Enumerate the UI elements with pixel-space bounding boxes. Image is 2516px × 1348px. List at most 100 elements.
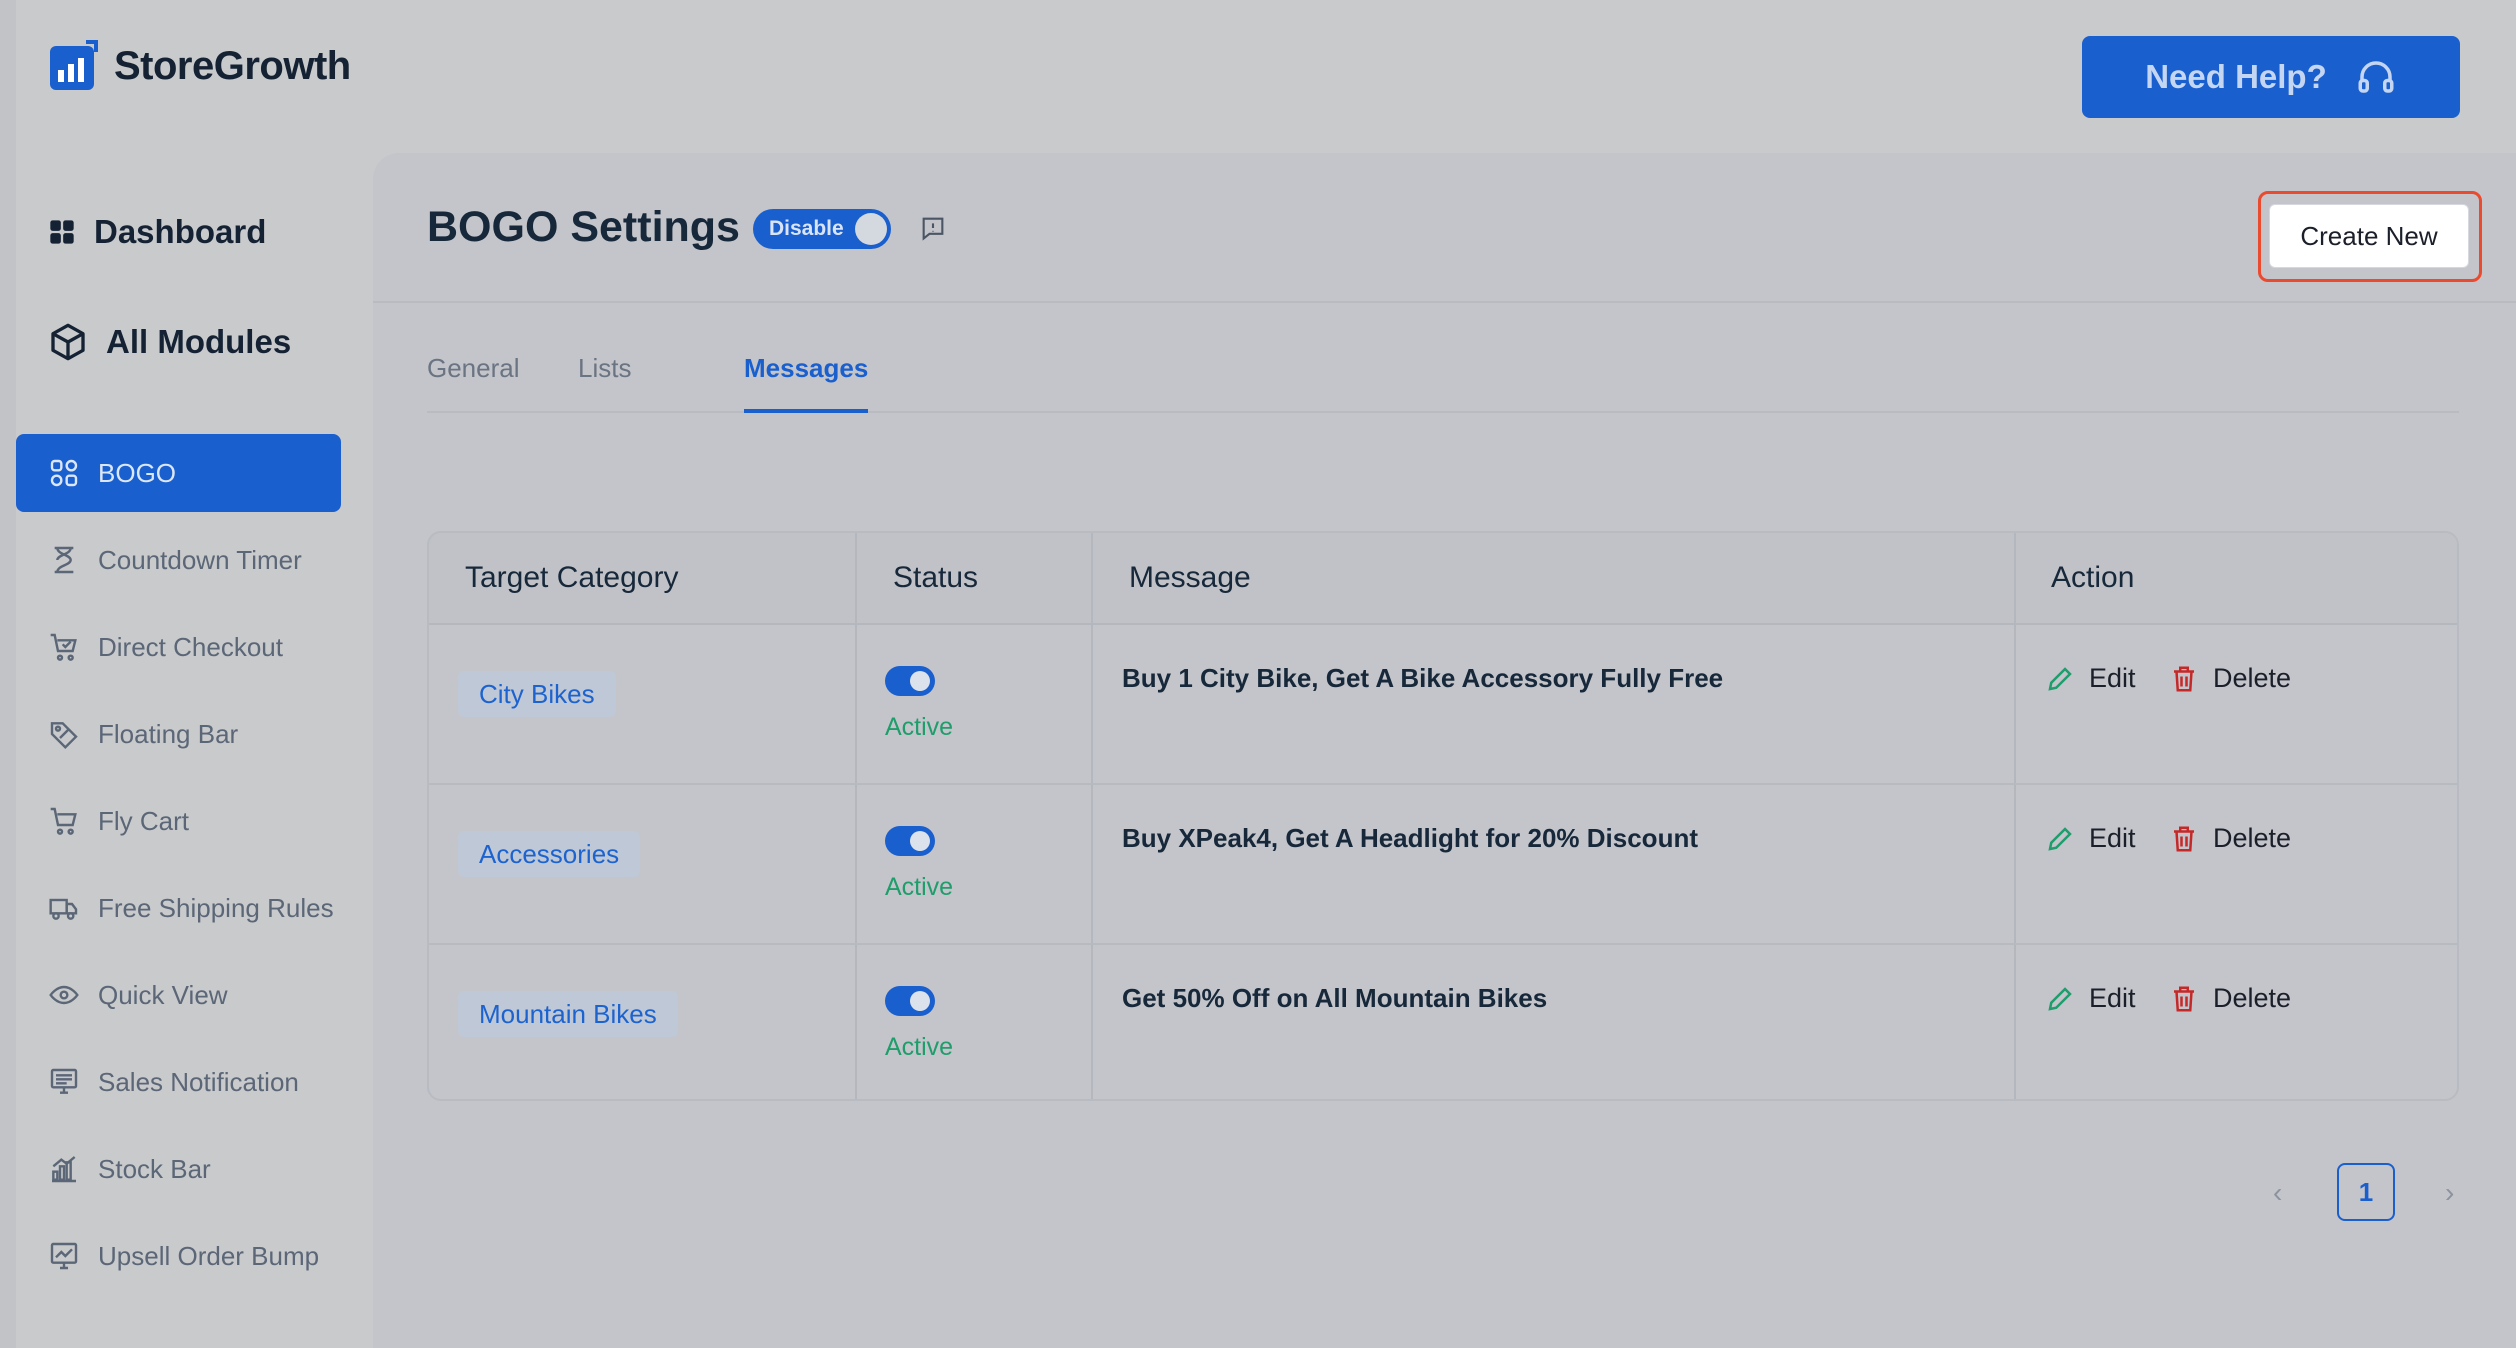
- sidebar-item-label: Quick View: [98, 979, 228, 1010]
- table-header: Target Category Status Message Action: [429, 533, 2457, 625]
- sidebar-item-label: Floating Bar: [98, 718, 239, 749]
- pencil-icon: [2048, 666, 2072, 691]
- sidebar-item-fly-cart[interactable]: Fly Cart: [16, 782, 341, 860]
- nav-all-modules[interactable]: All Modules: [48, 322, 291, 362]
- brand-name: StoreGrowth: [114, 43, 351, 88]
- pencil-icon: [2048, 986, 2072, 1011]
- category-tag[interactable]: Accessories: [458, 831, 641, 877]
- status-toggle[interactable]: [885, 826, 935, 856]
- pencil-icon: [2048, 826, 2072, 851]
- module-enable-toggle[interactable]: Disable: [753, 209, 891, 249]
- sidebar-item-floating-bar[interactable]: Floating Bar: [16, 695, 341, 773]
- sidebar-item-stock-bar[interactable]: Stock Bar: [16, 1130, 341, 1208]
- tag-icon: [50, 722, 78, 750]
- page-header: BOGO Settings Disable Create New: [373, 153, 2516, 303]
- sidebar-item-bogo[interactable]: BOGO: [16, 434, 341, 512]
- category-tag[interactable]: City Bikes: [458, 671, 616, 717]
- help-info-icon[interactable]: [919, 214, 947, 242]
- sidebar-item-sales-notification[interactable]: Sales Notification: [16, 1043, 341, 1121]
- table-row: Accessories Active Buy XPeak4, Get A Hea…: [429, 785, 2457, 945]
- trash-icon: [2174, 826, 2194, 851]
- sidebar-item-label: Countdown Timer: [98, 544, 302, 575]
- sidebar-item-label: Sales Notification: [98, 1066, 299, 1097]
- trash-icon: [2174, 666, 2194, 691]
- message-text: Buy XPeak4, Get A Headlight for 20% Disc…: [1122, 823, 1698, 853]
- sidebar-item-label: Direct Checkout: [98, 631, 283, 662]
- column-header-target-category: Target Category: [465, 561, 679, 594]
- status-label: Active: [885, 873, 954, 901]
- sidebar-item-free-shipping-rules[interactable]: Free Shipping Rules: [16, 869, 341, 947]
- headphones-icon: [2358, 61, 2394, 93]
- message-text: Buy 1 City Bike, Get A Bike Accessory Fu…: [1122, 663, 1724, 693]
- cart-check-icon: [50, 633, 77, 661]
- hourglass-icon: [54, 546, 74, 574]
- edit-button[interactable]: Edit: [2045, 663, 2136, 694]
- table-row: Mountain Bikes Active Get 50% Off on All…: [429, 945, 2457, 1099]
- toggle-label: Disable: [769, 217, 844, 240]
- edit-label: Edit: [2089, 983, 2136, 1013]
- delete-button[interactable]: Delete: [2169, 823, 2291, 854]
- delete-label: Delete: [2213, 823, 2292, 853]
- tab-lists[interactable]: Lists: [578, 353, 631, 413]
- status-toggle[interactable]: [885, 986, 935, 1016]
- status-toggle[interactable]: [885, 666, 935, 696]
- sidebar-item-upsell-order-bump[interactable]: Upsell Order Bump: [16, 1217, 341, 1295]
- toggle-knob: [855, 213, 887, 245]
- edit-button[interactable]: Edit: [2045, 983, 2136, 1014]
- sidebar-item-label: Stock Bar: [98, 1153, 211, 1184]
- status-label: Active: [885, 713, 954, 741]
- window-edge: [0, 0, 16, 1348]
- delete-button[interactable]: Delete: [2169, 663, 2291, 694]
- nav-dashboard-label: Dashboard: [94, 213, 267, 250]
- truck-icon: [49, 898, 78, 920]
- delete-button[interactable]: Delete: [2169, 983, 2291, 1014]
- nav-dashboard[interactable]: Dashboard: [48, 213, 266, 251]
- nav-all-modules-label: All Modules: [106, 323, 292, 360]
- message-text: Get 50% Off on All Mountain Bikes: [1122, 983, 1548, 1013]
- edit-label: Edit: [2089, 663, 2136, 693]
- sidebar-item-label: Upsell Order Bump: [98, 1240, 320, 1271]
- trend-chart-icon: [50, 1242, 78, 1270]
- logo-icon: [50, 40, 98, 90]
- column-header-status: Status: [893, 561, 979, 594]
- sidebar-item-label: Fly Cart: [98, 805, 189, 836]
- messages-table: Target Category Status Message Action Ci…: [427, 531, 2459, 1101]
- monitor-icon: [50, 1068, 78, 1094]
- sidebar-menu: BOGO Countdown Timer Direct Checkout Flo…: [16, 434, 341, 1304]
- next-page-icon[interactable]: ›: [2445, 1177, 2454, 1209]
- bogo-icon: [50, 459, 78, 487]
- column-header-action: Action: [2051, 561, 2135, 594]
- need-help-button[interactable]: Need Help?: [2082, 36, 2460, 118]
- status-label: Active: [885, 1033, 954, 1061]
- sidebar-item-countdown-timer[interactable]: Countdown Timer: [16, 521, 341, 599]
- dashboard-icon: [50, 220, 74, 244]
- sidebar-item-label: Free Shipping Rules: [98, 892, 334, 923]
- bar-chart-icon: [52, 1156, 76, 1183]
- need-help-label: Need Help?: [2145, 58, 2327, 95]
- category-tag[interactable]: Mountain Bikes: [458, 991, 678, 1037]
- settings-tabs: General Lists Messages: [427, 353, 2459, 413]
- edit-button[interactable]: Edit: [2045, 823, 2136, 854]
- delete-label: Delete: [2213, 983, 2292, 1013]
- table-row: City Bikes Active Buy 1 City Bike, Get A…: [429, 625, 2457, 785]
- sidebar-item-direct-checkout[interactable]: Direct Checkout: [16, 608, 341, 686]
- pagination: ‹ 1 ›: [2263, 1163, 2516, 1223]
- trash-icon: [2174, 986, 2194, 1011]
- brand-logo[interactable]: StoreGrowth: [48, 40, 351, 92]
- eye-icon: [49, 985, 79, 1005]
- main-panel: BOGO Settings Disable Create New General…: [373, 153, 2516, 1348]
- create-new-button[interactable]: Create New: [2269, 204, 2469, 268]
- tab-messages[interactable]: Messages: [744, 353, 869, 413]
- delete-label: Delete: [2213, 663, 2292, 693]
- sidebar-item-quick-view[interactable]: Quick View: [16, 956, 341, 1034]
- tab-general[interactable]: General: [427, 353, 520, 413]
- edit-label: Edit: [2089, 823, 2136, 853]
- create-new-highlight: Create New: [2258, 191, 2482, 282]
- cube-icon: [51, 323, 85, 361]
- prev-page-icon[interactable]: ‹: [2273, 1177, 2282, 1209]
- column-header-message: Message: [1129, 561, 1251, 594]
- page-number-current[interactable]: 1: [2337, 1163, 2395, 1221]
- fly-cart-icon: [50, 807, 77, 835]
- page-title: BOGO Settings: [427, 203, 740, 251]
- sidebar-item-label: BOGO: [98, 457, 177, 488]
